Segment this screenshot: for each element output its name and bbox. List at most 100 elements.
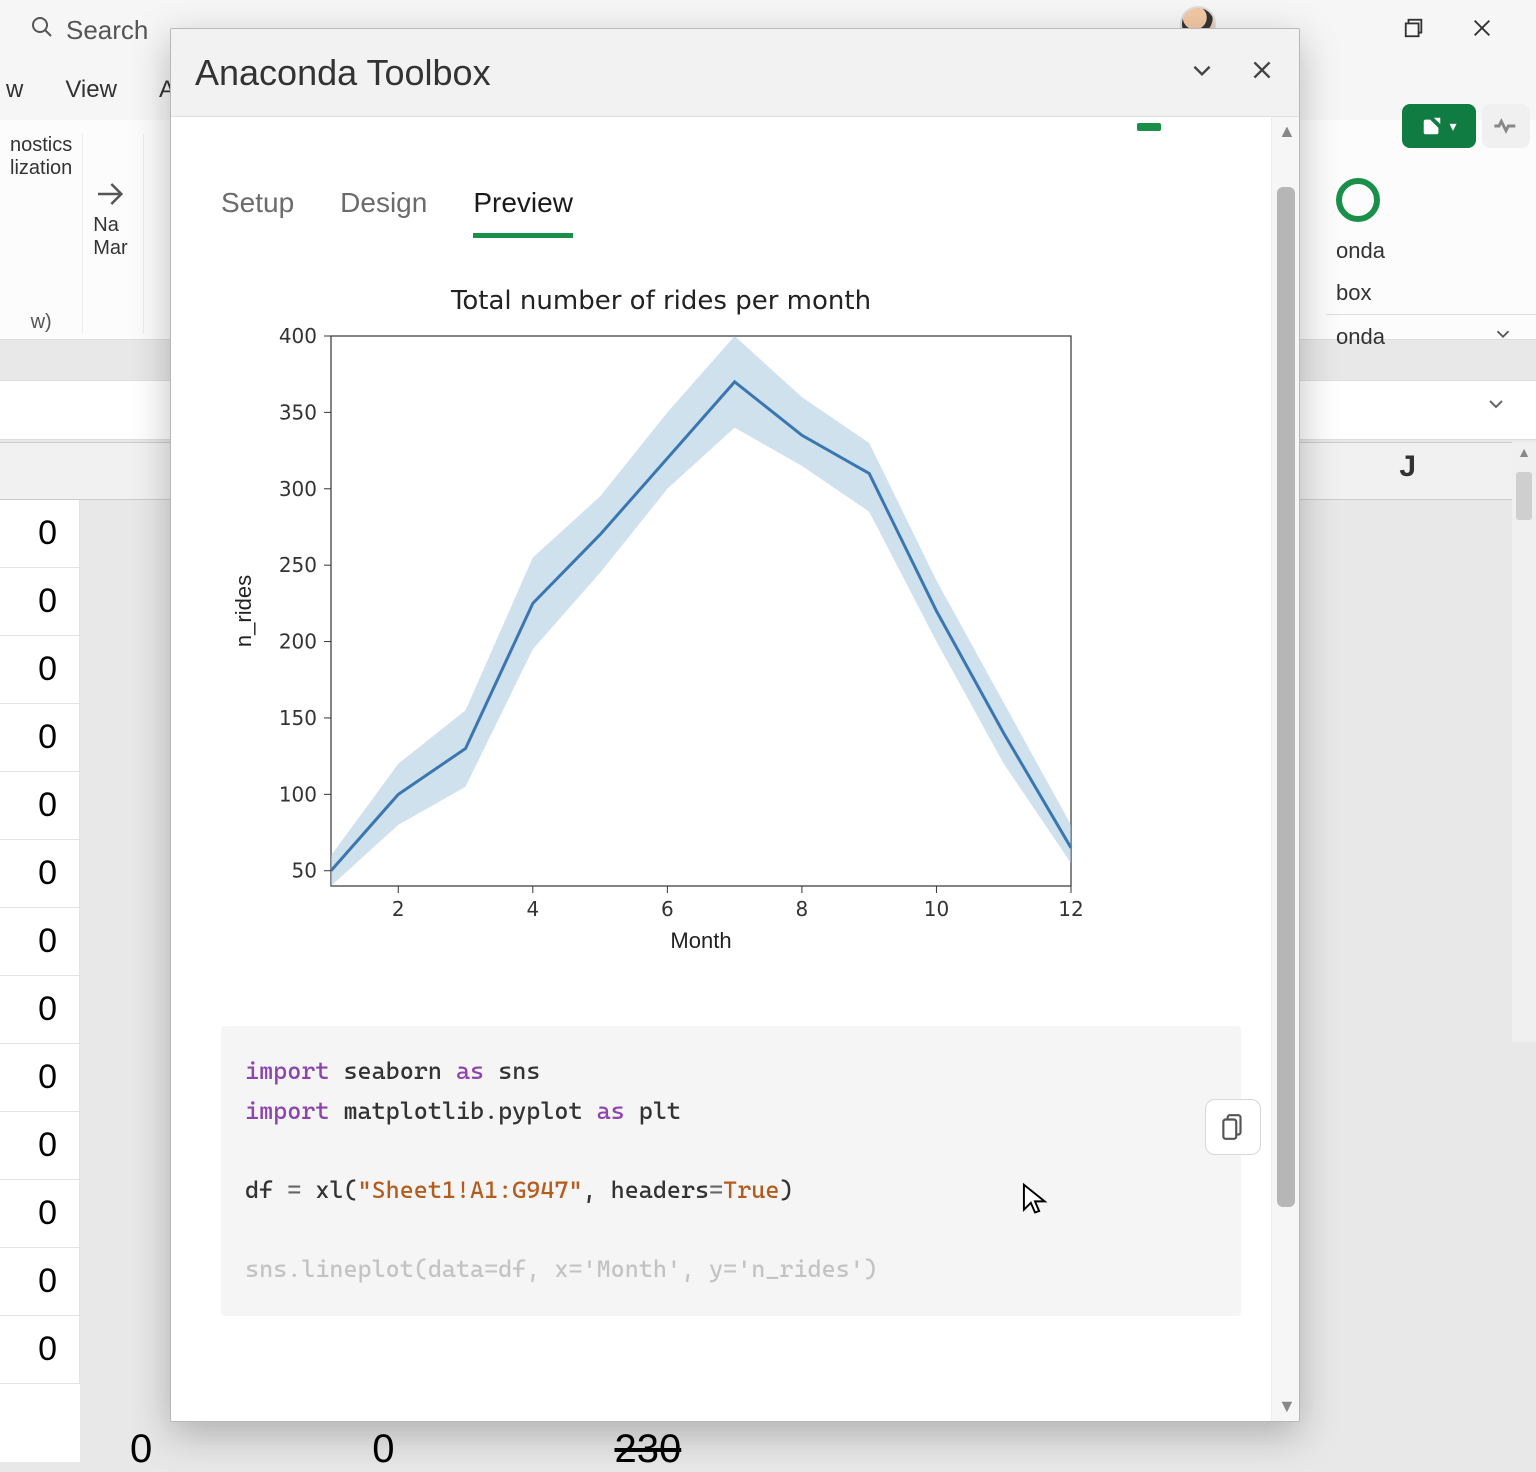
chart-title: Total number of rides per month bbox=[221, 286, 1101, 316]
cell: 230 bbox=[615, 1427, 682, 1472]
cell: 0 bbox=[130, 1427, 152, 1472]
svg-text:8: 8 bbox=[796, 897, 809, 921]
code-string: "Sheet1!A1:G947" bbox=[358, 1176, 583, 1204]
copy-code-button[interactable] bbox=[1205, 1099, 1261, 1155]
spreadsheet-cells: 0 0 0 0 0 0 0 0 0 0 0 0 0 bbox=[0, 500, 80, 1462]
scroll-up-icon[interactable]: ▲ bbox=[1516, 444, 1532, 460]
svg-text:400: 400 bbox=[279, 326, 317, 348]
scrollbar-thumb[interactable] bbox=[1516, 472, 1532, 520]
svg-text:10: 10 bbox=[924, 897, 949, 921]
window-controls bbox=[1360, 0, 1536, 56]
vertical-scrollbar[interactable]: ▲ bbox=[1512, 442, 1536, 1042]
code-keyword: as bbox=[456, 1057, 484, 1085]
share-button[interactable]: ▾ bbox=[1402, 104, 1476, 148]
ribbon-tab-view[interactable]: View bbox=[59, 72, 123, 108]
svg-text:350: 350 bbox=[279, 400, 317, 424]
code-keyword: import bbox=[245, 1097, 329, 1125]
svg-text:300: 300 bbox=[279, 477, 317, 501]
close-window-icon[interactable] bbox=[1468, 14, 1496, 42]
search-placeholder: Search bbox=[66, 15, 148, 46]
svg-text:n_rides: n_rides bbox=[231, 575, 256, 647]
cell[interactable]: 0 bbox=[0, 1112, 80, 1180]
close-pane-icon[interactable] bbox=[1249, 57, 1275, 88]
pane-scrollbar[interactable]: ▲ ▼ bbox=[1271, 117, 1299, 1421]
tab-design[interactable]: Design bbox=[340, 187, 427, 238]
svg-text:100: 100 bbox=[279, 782, 317, 806]
ribbon-label: nostics bbox=[10, 134, 72, 157]
ribbon-group: Na Mar bbox=[83, 134, 144, 334]
pane-tabs: Setup Design Preview bbox=[221, 187, 1241, 238]
code-text: df bbox=[245, 1176, 273, 1204]
ribbon-label: Na bbox=[93, 214, 119, 237]
svg-text:6: 6 bbox=[661, 897, 674, 921]
ribbon-tab[interactable]: w bbox=[0, 72, 29, 108]
cell[interactable]: 0 bbox=[0, 636, 80, 704]
cell[interactable]: 0 bbox=[0, 1180, 80, 1248]
cell[interactable]: 0 bbox=[0, 840, 80, 908]
anaconda-ring-icon bbox=[1336, 178, 1380, 222]
progress-indicator bbox=[1137, 123, 1161, 131]
label: onda bbox=[1336, 238, 1385, 264]
chart-preview: Total number of rides per month 50 100 150… bbox=[221, 286, 1101, 966]
code-text: xl( bbox=[315, 1176, 357, 1204]
code-text: headers bbox=[611, 1176, 709, 1204]
cell: 0 bbox=[372, 1427, 394, 1472]
right-panel-fragment: onda box onda bbox=[1326, 170, 1536, 359]
scrollbar-thumb[interactable] bbox=[1277, 187, 1295, 1207]
tab-setup[interactable]: Setup bbox=[221, 187, 294, 238]
cell[interactable]: 0 bbox=[0, 908, 80, 976]
bottom-row-fragment: 0 0 230 bbox=[130, 1427, 681, 1472]
svg-text:Month: Month bbox=[670, 928, 731, 953]
anaconda-toolbox-pane: Anaconda Toolbox Setup Design Preview To… bbox=[170, 28, 1300, 1422]
code-literal: True bbox=[723, 1176, 779, 1204]
code-op: = bbox=[287, 1176, 301, 1204]
cell[interactable]: 0 bbox=[0, 1044, 80, 1112]
activity-button[interactable] bbox=[1482, 104, 1530, 148]
svg-text:12: 12 bbox=[1058, 897, 1083, 921]
code-op: = bbox=[709, 1176, 723, 1204]
code-keyword: as bbox=[597, 1097, 625, 1125]
pane-content: Setup Design Preview Total number of rid… bbox=[171, 117, 1271, 1421]
cell[interactable]: 0 bbox=[0, 500, 80, 568]
cell[interactable]: 0 bbox=[0, 1248, 80, 1316]
cell[interactable]: 0 bbox=[0, 976, 80, 1044]
svg-text:200: 200 bbox=[279, 630, 317, 654]
code-text: plt bbox=[639, 1097, 681, 1125]
restore-window-icon[interactable] bbox=[1400, 14, 1428, 42]
tab-preview[interactable]: Preview bbox=[473, 187, 573, 238]
label: onda bbox=[1336, 324, 1385, 350]
code-text: seaborn bbox=[343, 1057, 441, 1085]
pane-titlebar: Anaconda Toolbox bbox=[171, 29, 1299, 117]
search-box[interactable]: Search bbox=[30, 15, 148, 46]
scroll-down-icon[interactable]: ▼ bbox=[1278, 1396, 1296, 1417]
scroll-up-icon[interactable]: ▲ bbox=[1278, 121, 1296, 142]
svg-text:150: 150 bbox=[279, 706, 317, 730]
ribbon-label: lization bbox=[10, 157, 72, 180]
line-chart: 50 100 150 200 250 300 350 400 2 4 6 8 10 12 Month n_ri… bbox=[221, 326, 1101, 966]
code-partial: sns.lineplot(data=df, x='Month', y='n_ri… bbox=[245, 1255, 878, 1283]
cell[interactable]: 0 bbox=[0, 704, 80, 772]
cell[interactable]: 0 bbox=[0, 772, 80, 840]
pane-title: Anaconda Toolbox bbox=[195, 52, 491, 94]
code-text: matplotlib.pyplot bbox=[343, 1097, 582, 1125]
svg-text:250: 250 bbox=[279, 553, 317, 577]
column-header-j[interactable]: J bbox=[1399, 450, 1416, 484]
cell[interactable]: 0 bbox=[0, 1316, 80, 1384]
chevron-down-icon[interactable] bbox=[1492, 323, 1514, 351]
ribbon-label: w) bbox=[31, 311, 52, 334]
svg-text:50: 50 bbox=[292, 859, 317, 883]
label: box bbox=[1336, 280, 1371, 306]
search-icon bbox=[30, 15, 54, 46]
code-text: ) bbox=[779, 1176, 793, 1204]
code-block: import seaborn as sns import matplotlib.… bbox=[221, 1026, 1241, 1316]
svg-text:4: 4 bbox=[526, 897, 539, 921]
code-keyword: import bbox=[245, 1057, 329, 1085]
ribbon-group: nostics lization w) bbox=[0, 134, 83, 334]
code-text: sns bbox=[498, 1057, 540, 1085]
chevron-down-icon[interactable] bbox=[1484, 392, 1508, 421]
svg-text:2: 2 bbox=[392, 897, 405, 921]
collapse-pane-icon[interactable] bbox=[1189, 57, 1215, 88]
ribbon-label: Mar bbox=[93, 237, 127, 260]
cell[interactable]: 0 bbox=[0, 568, 80, 636]
code-text: , bbox=[583, 1176, 611, 1204]
